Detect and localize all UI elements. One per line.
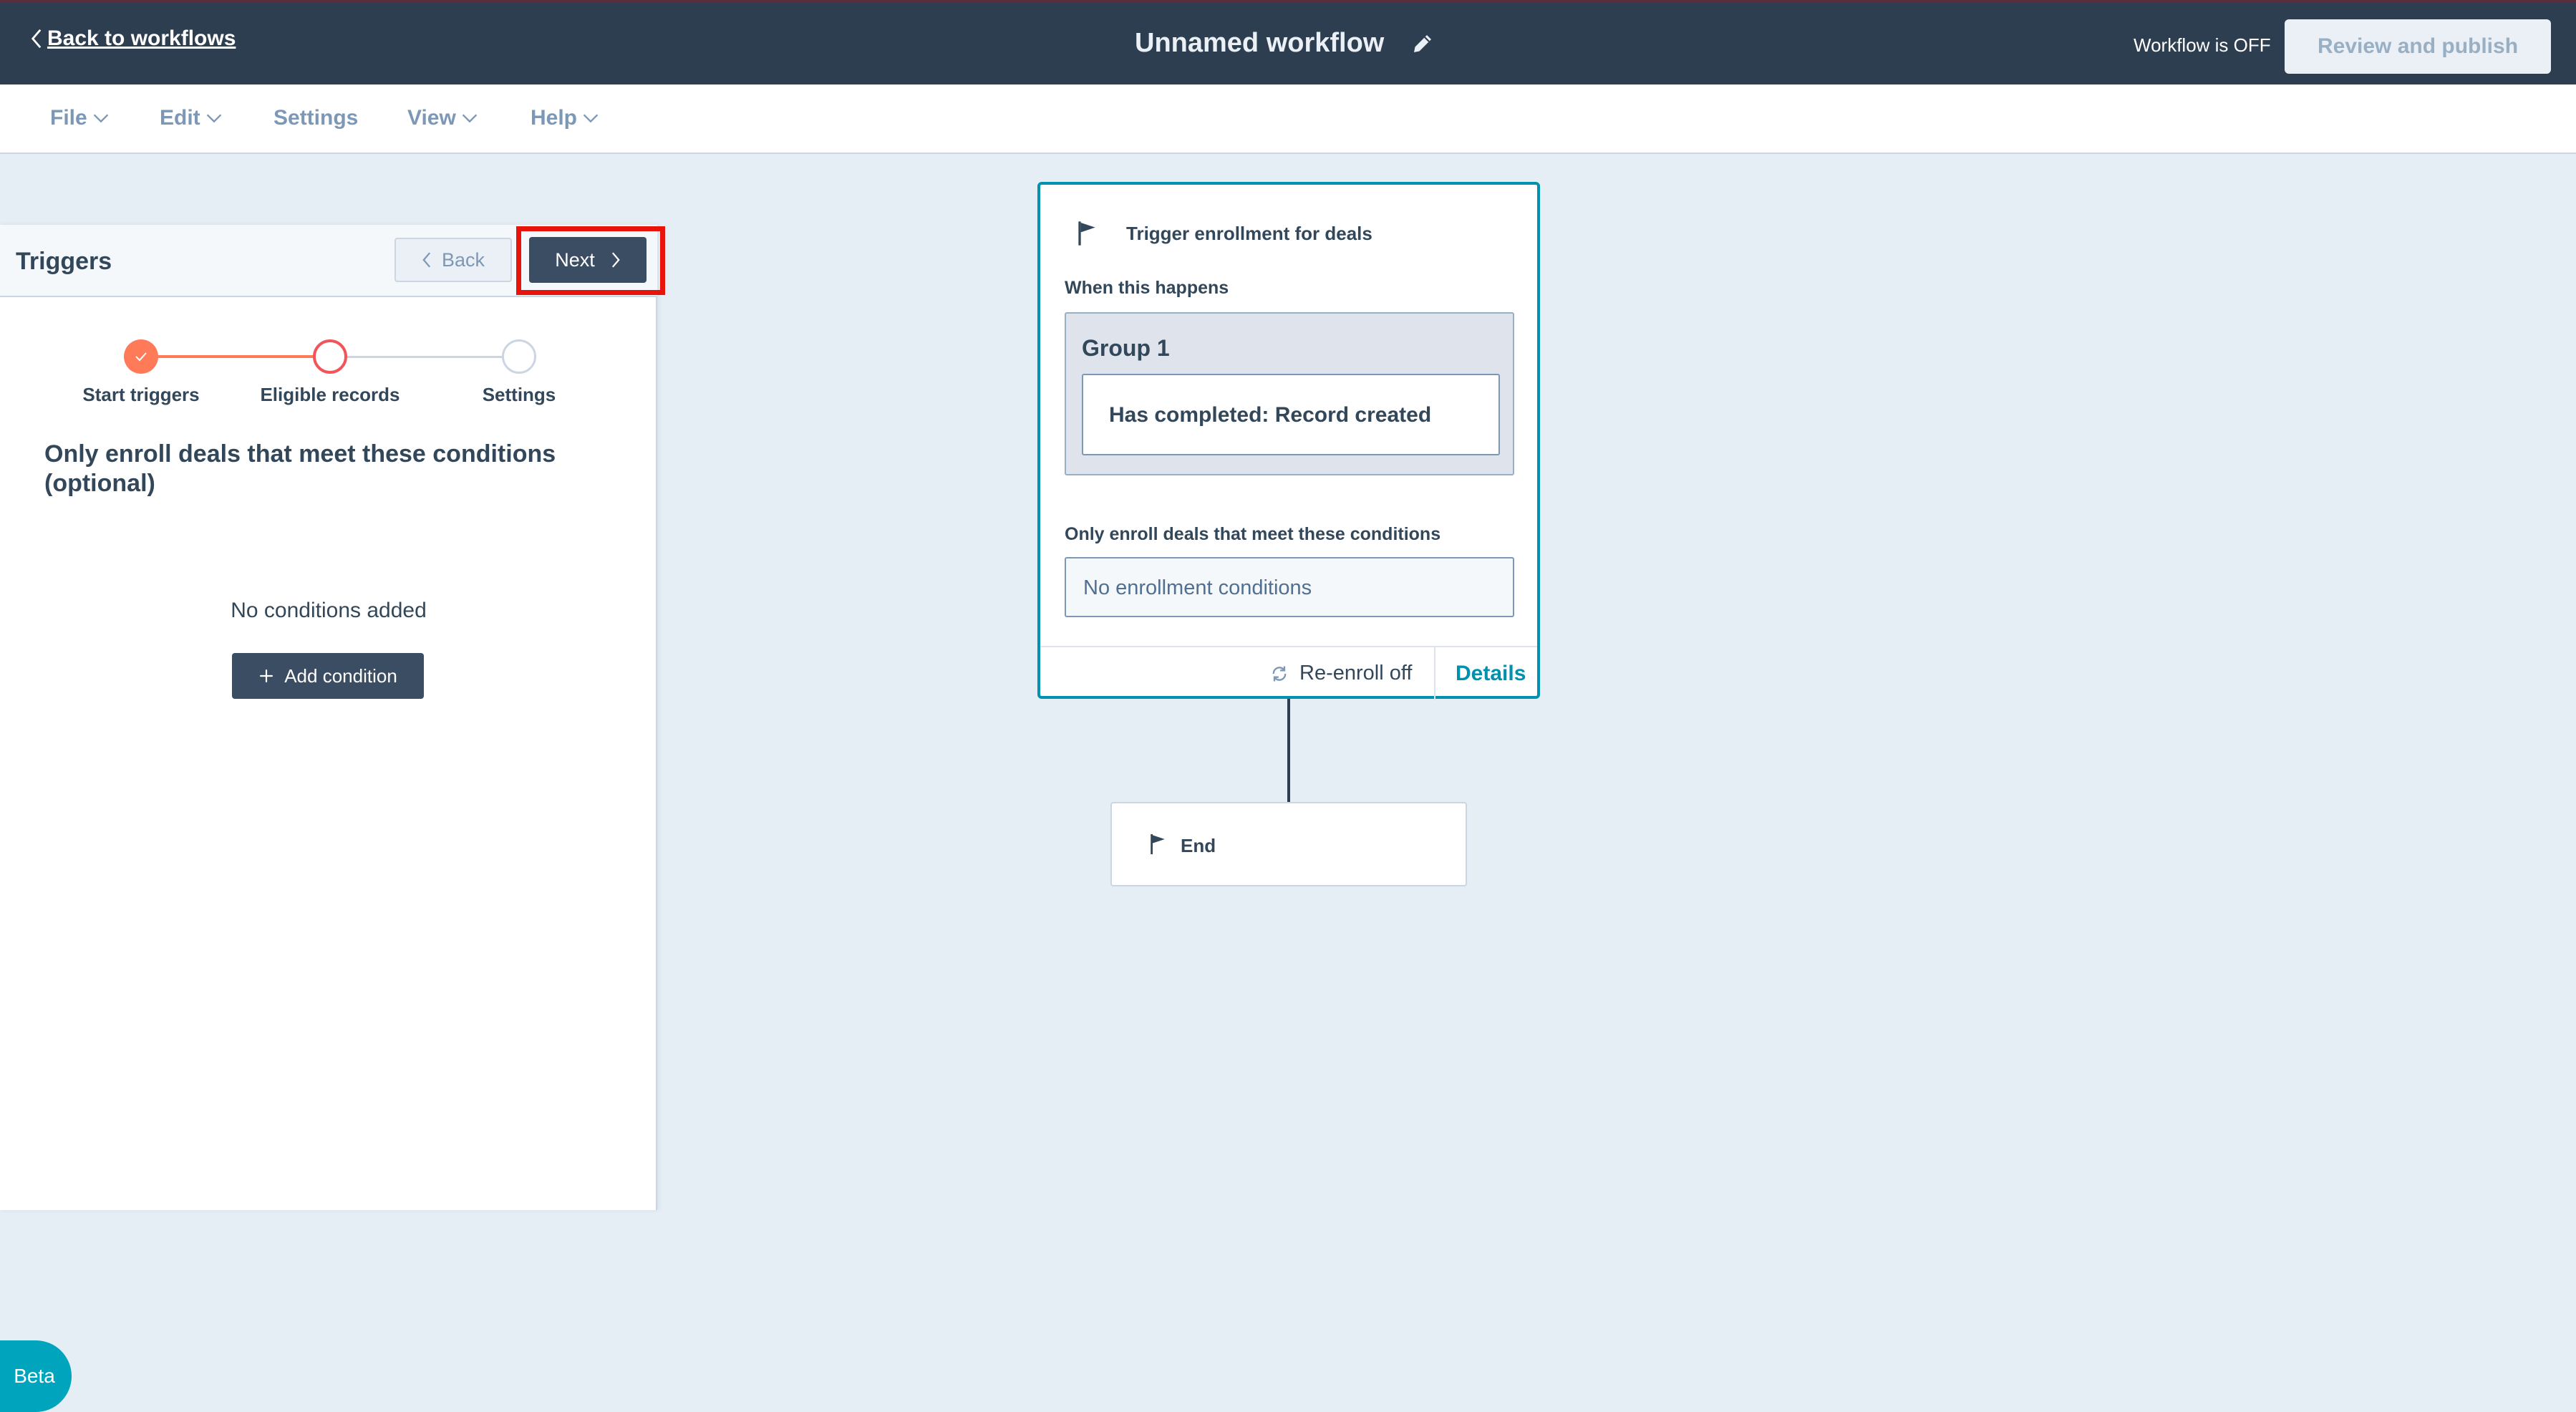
add-condition-button[interactable]: Add condition [232,653,424,699]
step-start-triggers-dot[interactable] [124,339,158,374]
trigger-card[interactable]: Trigger enrollment for deals When this h… [1037,182,1540,700]
enroll-conditions-label: Only enroll deals that meet these condit… [1065,524,1441,544]
menu-settings[interactable]: Settings [273,106,358,130]
when-this-happens-label: When this happens [1065,278,1229,298]
trigger-condition-text: Has completed: Record created [1109,403,1432,427]
group-title: Group 1 [1082,335,1170,361]
menu-view-label: View [407,106,456,130]
enrollment-conditions-box[interactable]: No enrollment conditions [1065,557,1514,617]
end-card[interactable]: End [1110,802,1467,886]
chevron-left-icon [422,252,431,268]
step-settings-dot[interactable] [502,339,536,374]
workflow-connector-line [1287,699,1290,802]
top-bar: Back to workflows Unnamed workflow Workf… [0,0,2576,84]
empty-conditions-text: No conditions added [231,599,427,622]
chevron-right-icon [611,252,620,268]
triggers-panel: Triggers Back Next Start triggers Eligib… [0,225,665,1412]
refresh-icon [1272,666,1287,681]
back-button[interactable]: Back [394,238,512,282]
re-enroll-toggle[interactable]: Re-enroll off [1269,662,1412,685]
chevron-down-icon [206,114,221,123]
conditions-heading: Only enroll deals that meet these condit… [44,440,556,497]
menu-bar: File Edit Settings View Help [0,84,2576,154]
end-label: End [1181,835,1216,856]
workflow-title-group: Unnamed workflow [1135,28,1435,59]
review-and-publish-button[interactable]: Review and publish [2285,19,2551,74]
trigger-card-footer: Re-enroll off Details [1040,646,1537,700]
menu-edit-label: Edit [160,106,200,130]
workflow-title: Unnamed workflow [1135,28,1385,58]
panel-header: Triggers Back Next [0,225,665,297]
menu-edit[interactable]: Edit [160,106,222,130]
step-settings-label: Settings [482,384,556,405]
checkmark-icon [135,352,147,362]
menu-settings-label: Settings [273,106,359,130]
trigger-condition[interactable]: Has completed: Record created [1082,374,1500,455]
beta-badge[interactable]: Beta [0,1340,72,1412]
menu-file[interactable]: File [50,106,109,130]
step-start-triggers-label: Start triggers [82,384,200,405]
flag-icon [1151,834,1165,854]
menu-help[interactable]: Help [531,106,599,130]
plus-icon [260,669,273,682]
step-eligible-records-label: Eligible records [260,384,400,405]
footer-divider [1434,647,1435,700]
menu-help-label: Help [531,106,578,130]
stepper-line-upcoming [330,356,520,358]
menu-view[interactable]: View [407,106,478,130]
panel-title: Triggers [16,248,112,275]
chevron-down-icon [462,114,478,123]
trigger-card-title: Trigger enrollment for deals [1126,223,1372,244]
stepper-line-complete [140,355,330,358]
re-enroll-label: Re-enroll off [1299,662,1413,685]
next-button[interactable]: Next [529,237,647,283]
menu-file-label: File [50,106,87,130]
chevron-down-icon [93,114,108,123]
step-eligible-records-dot[interactable] [313,339,347,374]
add-condition-label: Add condition [284,664,397,687]
no-enrollment-conditions-text: No enrollment conditions [1083,576,1312,599]
pencil-icon[interactable] [1410,31,1435,57]
next-button-label: Next [555,248,595,271]
chevron-down-icon [583,114,599,123]
trigger-group[interactable]: Group 1 Has completed: Record created [1065,312,1514,475]
chevron-left-icon [31,29,42,49]
workflow-status-text: Workflow is OFF [2134,34,2271,56]
details-link[interactable]: Details [1456,662,1526,686]
back-to-workflows-link[interactable]: Back to workflows [30,26,236,51]
flag-icon [1078,221,1095,246]
back-to-workflows-label: Back to workflows [47,26,236,50]
back-button-label: Back [441,248,485,271]
